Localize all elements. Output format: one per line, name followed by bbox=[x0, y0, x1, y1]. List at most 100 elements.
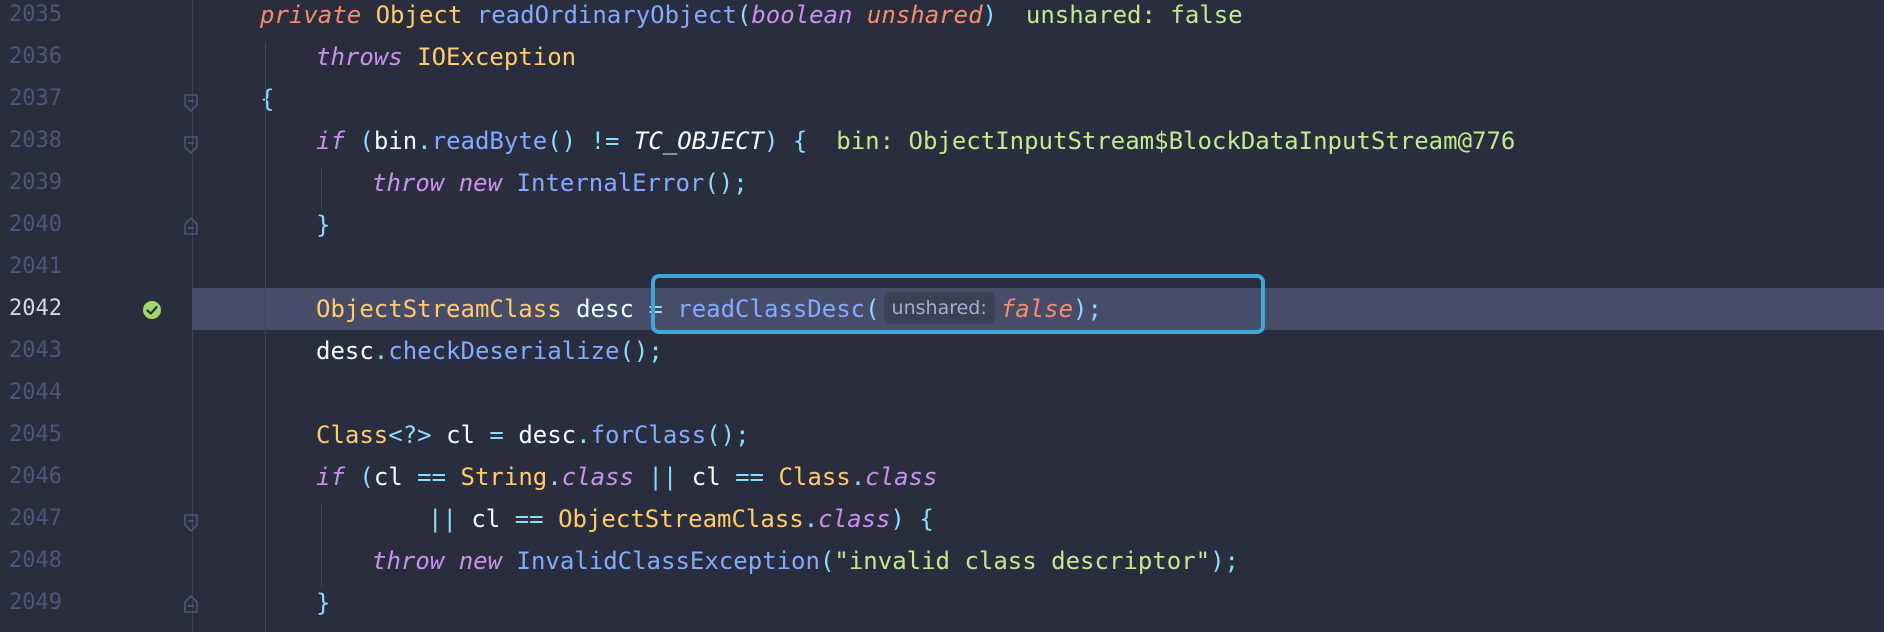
code-editor[interactable]: 2035 private Object readOrdinaryObject(bo… bbox=[0, 0, 1884, 632]
code-token: ) bbox=[763, 127, 779, 155]
code-text[interactable]: throw new InternalError(); bbox=[372, 162, 748, 204]
code-token: readOrdinaryObject bbox=[476, 1, 737, 29]
code-line[interactable]: 2039 throw new InternalError(); bbox=[0, 162, 1884, 204]
code-token: if bbox=[316, 127, 345, 155]
inline-debug-value: bin: ObjectInputStream$BlockDataInputStr… bbox=[836, 127, 1516, 155]
indent-guide bbox=[265, 42, 266, 632]
line-number[interactable]: 2037 bbox=[9, 78, 89, 120]
line-number[interactable]: 2049 bbox=[9, 582, 89, 624]
code-token: if bbox=[316, 463, 345, 491]
code-token: } bbox=[316, 589, 331, 617]
line-number[interactable]: 2041 bbox=[9, 246, 89, 288]
code-token: . bbox=[576, 421, 591, 449]
code-token: cl bbox=[373, 463, 403, 491]
line-number[interactable]: 2043 bbox=[9, 330, 89, 372]
code-text[interactable]: throws IOException bbox=[316, 36, 576, 78]
code-token: == bbox=[514, 505, 544, 533]
code-token: (); bbox=[619, 337, 663, 365]
code-token: forClass bbox=[590, 421, 707, 449]
code-token: . bbox=[803, 505, 819, 533]
code-text[interactable]: if (cl == String.class || cl == Class.cl… bbox=[316, 456, 937, 498]
line-number[interactable]: 2040 bbox=[9, 204, 89, 246]
code-line[interactable]: 2044 bbox=[0, 372, 1884, 414]
code-text[interactable]: } bbox=[316, 204, 330, 246]
code-token: IOException bbox=[417, 43, 577, 71]
fold-marker-icon[interactable] bbox=[184, 514, 198, 532]
line-number[interactable]: 2039 bbox=[9, 162, 89, 204]
code-token: readByte bbox=[431, 127, 548, 155]
code-token: cl bbox=[691, 463, 721, 491]
code-token: new bbox=[458, 169, 503, 197]
fold-marker-icon[interactable] bbox=[184, 136, 198, 154]
code-line[interactable]: 2045 Class<?> cl = desc.forClass(); bbox=[0, 414, 1884, 456]
line-number[interactable]: 2044 bbox=[9, 372, 89, 414]
inline-debug-value: unshared: false bbox=[1025, 1, 1243, 29]
code-token: } bbox=[316, 211, 331, 239]
code-text[interactable]: { bbox=[260, 78, 274, 120]
code-token: bin bbox=[373, 127, 418, 155]
line-number[interactable]: 2045 bbox=[9, 414, 89, 456]
code-token: { bbox=[919, 505, 934, 533]
line-number[interactable]: 2047 bbox=[9, 498, 89, 540]
code-token: Object bbox=[375, 1, 463, 29]
code-text[interactable]: || cl == ObjectStreamClass.class) { bbox=[428, 498, 934, 540]
code-token: new bbox=[458, 547, 503, 575]
code-line[interactable]: 2047 || cl == ObjectStreamClass.class) { bbox=[0, 498, 1884, 540]
code-token: (); bbox=[706, 421, 750, 449]
line-number[interactable]: 2036 bbox=[9, 36, 89, 78]
code-token: unshared bbox=[866, 1, 983, 29]
fold-end-marker-icon[interactable] bbox=[184, 217, 198, 235]
code-token: throw bbox=[372, 547, 445, 575]
code-token: ) bbox=[890, 505, 905, 533]
fold-marker-icon[interactable] bbox=[184, 94, 198, 112]
code-text[interactable]: Class<?> cl = desc.forClass(); bbox=[316, 414, 750, 456]
code-text[interactable]: private Object readOrdinaryObject(boolea… bbox=[260, 0, 1243, 36]
code-line[interactable]: 2046 if (cl == String.class || cl == Clas… bbox=[0, 456, 1884, 498]
code-line[interactable]: 2040} bbox=[0, 204, 1884, 246]
code-token: throws bbox=[316, 43, 403, 71]
code-line[interactable]: 2049} bbox=[0, 582, 1884, 624]
line-number[interactable]: 2048 bbox=[9, 540, 89, 582]
code-line[interactable]: 2036 throws IOException bbox=[0, 36, 1884, 78]
line-number[interactable]: 2042 bbox=[9, 288, 89, 330]
code-line[interactable]: 2037 { bbox=[0, 78, 1884, 120]
code-token: ObjectStreamClass bbox=[558, 505, 804, 533]
highlight-box bbox=[651, 274, 1265, 334]
code-token: ( bbox=[359, 127, 374, 155]
line-number[interactable]: 2038 bbox=[9, 120, 89, 162]
line-number[interactable]: 2035 bbox=[9, 0, 89, 36]
code-token: class bbox=[865, 463, 938, 491]
code-text[interactable]: } bbox=[316, 582, 330, 624]
code-token: == bbox=[417, 463, 447, 491]
execution-point-check-icon[interactable] bbox=[142, 300, 162, 320]
code-line[interactable]: 2035 private Object readOrdinaryObject(bo… bbox=[0, 0, 1884, 36]
code-token: cl bbox=[446, 421, 475, 449]
code-line[interactable]: 2038 if (bin.readByte() != TC_OBJECT) { b… bbox=[0, 120, 1884, 162]
code-token: || bbox=[428, 505, 457, 533]
code-text[interactable]: if (bin.readByte() != TC_OBJECT) { bin: … bbox=[316, 120, 1515, 162]
code-text[interactable]: throw new InvalidClassException("invalid… bbox=[372, 540, 1239, 582]
code-text[interactable]: desc.checkDeserialize(); bbox=[316, 330, 663, 372]
code-token: != bbox=[590, 127, 620, 155]
code-line[interactable]: 2043 desc.checkDeserialize(); bbox=[0, 330, 1884, 372]
code-token: checkDeserialize bbox=[388, 337, 620, 365]
code-line[interactable]: 2048 throw new InvalidClassException("inv… bbox=[0, 540, 1884, 582]
fold-end-marker-icon[interactable] bbox=[184, 595, 198, 613]
line-number[interactable]: 2046 bbox=[9, 456, 89, 498]
code-token: (); bbox=[704, 169, 748, 197]
